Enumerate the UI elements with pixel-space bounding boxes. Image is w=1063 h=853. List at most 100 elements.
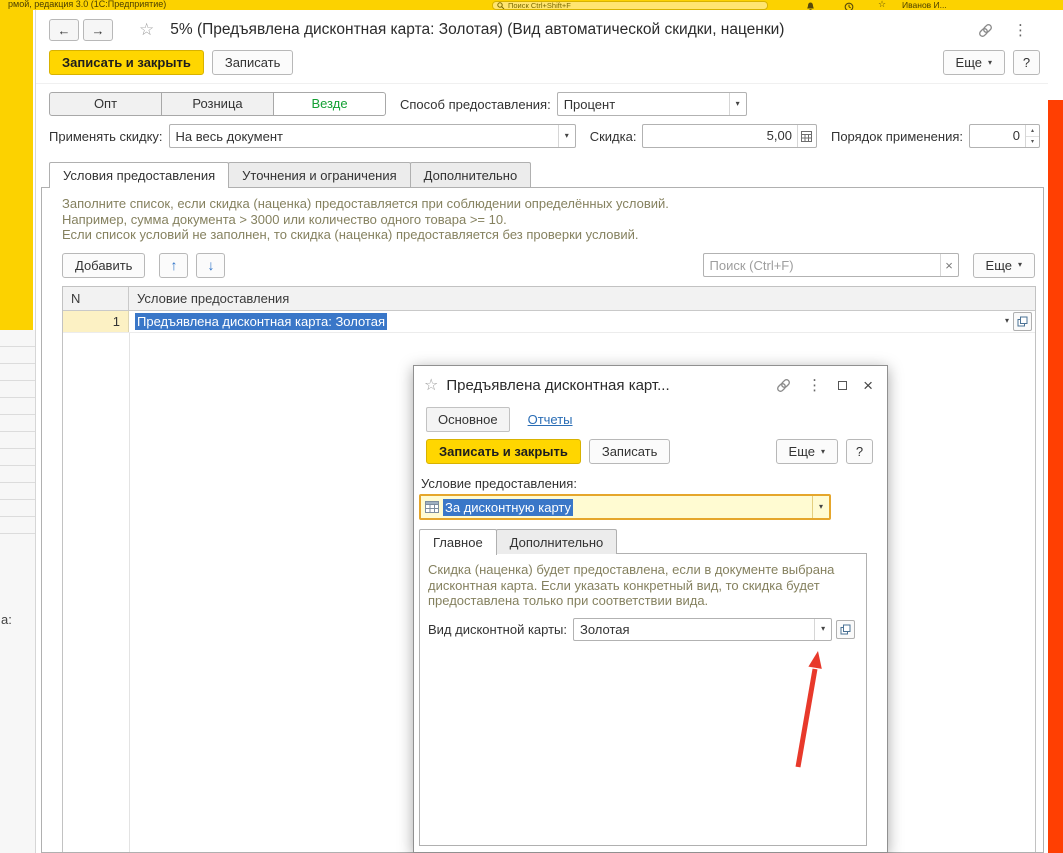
app-title: рмой, редакция 3.0 (1С:Предприятие) bbox=[8, 0, 167, 9]
save-button[interactable]: Записать bbox=[211, 50, 294, 75]
back-button[interactable]: ← bbox=[49, 19, 79, 41]
table-row[interactable]: 1 Предъявлена дисконтная карта: Золотая … bbox=[63, 310, 1035, 333]
sections-panel-strip bbox=[0, 10, 33, 330]
form-header: ← → ☆ 5% (Предъявлена дисконтная карта: … bbox=[36, 10, 1048, 45]
scope-row: Опт Розница Везде Способ предоставления:… bbox=[36, 84, 1048, 122]
order-value: 0 bbox=[1012, 128, 1020, 143]
get-link-icon[interactable] bbox=[776, 378, 791, 393]
move-down-button[interactable]: ↓ bbox=[196, 252, 226, 278]
tab-main[interactable]: Главное bbox=[419, 529, 497, 555]
apply-label: Применять скидку: bbox=[49, 128, 163, 144]
tab-clarifications[interactable]: Уточнения и ограничения bbox=[228, 162, 411, 187]
card-kind-combobox[interactable]: Золотая ▾ bbox=[573, 617, 833, 641]
dropdown-button[interactable]: ▾ bbox=[728, 93, 746, 115]
apply-value: На весь документ bbox=[175, 128, 283, 144]
chevron-down-icon: ▾ bbox=[987, 57, 992, 67]
selected-condition-text: Предъявлена дисконтная карта: Золотая bbox=[135, 312, 387, 330]
history-clock-icon[interactable] bbox=[844, 0, 854, 10]
page-title: 5% (Предъявлена дисконтная карта: Золота… bbox=[170, 21, 785, 38]
form-tabs: Условия предоставления Уточнения и огран… bbox=[36, 162, 1048, 188]
segment-roznitsa[interactable]: Розница bbox=[161, 92, 274, 116]
chevron-down-icon: ▾ bbox=[821, 624, 826, 633]
list-item bbox=[0, 466, 35, 483]
favorites-star-icon[interactable]: ☆ bbox=[878, 0, 886, 10]
dialog-tabs: Главное Дополнительно bbox=[414, 529, 887, 555]
dialog-save-button[interactable]: Записать bbox=[588, 439, 671, 464]
tab-conditions[interactable]: Условия предоставления bbox=[49, 162, 230, 188]
more-menu-icon[interactable]: ⋮ bbox=[1013, 21, 1028, 39]
dialog-help-button[interactable]: ? bbox=[846, 439, 873, 464]
list-more-label: Еще bbox=[985, 257, 1012, 273]
tab-additional[interactable]: Дополнительно bbox=[495, 529, 618, 554]
list-item bbox=[0, 432, 35, 449]
scope-segmented-control: Опт Розница Везде bbox=[49, 92, 386, 116]
get-link-icon[interactable] bbox=[978, 23, 993, 38]
hint-line: Например, сумма документа > 3000 или кол… bbox=[62, 211, 507, 227]
app-titlebar: рмой, редакция 3.0 (1С:Предприятие) Поис… bbox=[0, 0, 1063, 10]
column-header-condition: Условие предоставления bbox=[137, 290, 290, 306]
conditions-search-input[interactable] bbox=[703, 254, 940, 276]
dialog-header: ☆ Предъявлена дисконтная карт... ⋮ × bbox=[414, 366, 887, 404]
dropdown-button[interactable]: ▾ bbox=[812, 496, 829, 518]
method-value: Процент bbox=[563, 96, 616, 112]
maximize-icon[interactable] bbox=[838, 380, 848, 390]
nav-reports-link[interactable]: Отчеты bbox=[528, 412, 573, 427]
spinner[interactable]: ▴ ▾ bbox=[1025, 125, 1039, 147]
conditions-hint: Заполните список, если скидка (наценка) … bbox=[42, 188, 1043, 243]
favorite-star-icon[interactable]: ☆ bbox=[424, 375, 438, 395]
dropdown-button[interactable]: ▾ bbox=[557, 125, 575, 147]
save-close-button[interactable]: Записать и закрыть bbox=[49, 50, 204, 75]
segment-vezde[interactable]: Везде bbox=[273, 92, 386, 116]
more-menu-icon[interactable]: ⋮ bbox=[807, 376, 822, 394]
selected-condition-kind-text: За дисконтную карту bbox=[443, 498, 574, 516]
dialog-save-close-button[interactable]: Записать и закрыть bbox=[426, 439, 581, 464]
row-condition-cell[interactable]: Предъявлена дисконтная карта: Золотая ▾ bbox=[129, 310, 1035, 332]
spinner-up-icon[interactable]: ▴ bbox=[1026, 125, 1039, 137]
hint-line: Заполните список, если скидка (наценка) … bbox=[62, 196, 669, 211]
forward-button[interactable]: → bbox=[83, 19, 113, 41]
arrow-up-icon: ↑ bbox=[170, 257, 178, 273]
more-button[interactable]: Еще ▾ bbox=[942, 50, 1005, 75]
card-kind-dropdown-button[interactable]: ▾ bbox=[814, 618, 831, 640]
tab-additional[interactable]: Дополнительно bbox=[409, 162, 532, 187]
discount-field[interactable]: 5,00 bbox=[642, 124, 817, 148]
list-more-button[interactable]: Еще ▾ bbox=[972, 252, 1035, 278]
cell-dropdown-icon[interactable]: ▾ bbox=[1005, 317, 1009, 325]
condition-kind-label: Условие предоставления: bbox=[421, 476, 577, 491]
open-card-kind-button[interactable] bbox=[836, 619, 855, 639]
search-icon bbox=[497, 2, 505, 9]
dialog-hint: Скидка (наценка) будет предоставлена, ес… bbox=[428, 562, 835, 608]
move-up-button[interactable]: ↑ bbox=[159, 252, 189, 278]
help-button[interactable]: ? bbox=[1013, 50, 1040, 75]
calculator-icon[interactable] bbox=[796, 125, 816, 147]
background-list-fragment: а: bbox=[0, 330, 35, 853]
segment-opt[interactable]: Опт bbox=[49, 92, 162, 116]
method-combobox[interactable]: Процент ▾ bbox=[556, 92, 747, 116]
chevron-down-icon: ▾ bbox=[818, 502, 823, 511]
apply-combobox[interactable]: На весь документ ▾ bbox=[168, 124, 576, 148]
order-field[interactable]: 0 ▴ ▾ bbox=[969, 124, 1040, 148]
spinner-down-icon[interactable]: ▾ bbox=[1026, 137, 1039, 148]
conditions-toolbar: Добавить ↑ ↓ × Еще ▾ bbox=[62, 252, 1035, 278]
clear-search-icon[interactable]: × bbox=[939, 254, 958, 276]
hint-line: Если список условий не заполнен, то скид… bbox=[62, 227, 639, 242]
favorite-star-icon[interactable]: ☆ bbox=[139, 20, 154, 40]
params-row: Применять скидку: На весь документ ▾ Ски… bbox=[36, 122, 1048, 156]
table-icon bbox=[425, 501, 439, 513]
global-search-placeholder: Поиск Ctrl+Shift+F bbox=[508, 1, 571, 10]
dialog-more-button[interactable]: Еще ▾ bbox=[775, 439, 838, 464]
global-search-input[interactable]: Поиск Ctrl+Shift+F bbox=[492, 1, 768, 10]
discount-value: 5,00 bbox=[766, 128, 792, 143]
column-separator bbox=[129, 332, 130, 852]
condition-kind-field[interactable]: За дисконтную карту ▾ bbox=[419, 494, 831, 520]
arrow-down-icon: ↓ bbox=[207, 257, 215, 273]
open-condition-button[interactable] bbox=[1013, 311, 1032, 331]
annotation-arrow bbox=[795, 651, 822, 768]
dialog-nav: Основное Отчеты bbox=[414, 404, 887, 434]
nav-main[interactable]: Основное bbox=[426, 406, 510, 432]
order-label: Порядок применения: bbox=[830, 128, 963, 144]
notifications-bell-icon[interactable] bbox=[806, 0, 815, 10]
add-button[interactable]: Добавить bbox=[62, 252, 146, 278]
list-item bbox=[0, 398, 35, 415]
close-icon[interactable]: × bbox=[863, 377, 873, 394]
